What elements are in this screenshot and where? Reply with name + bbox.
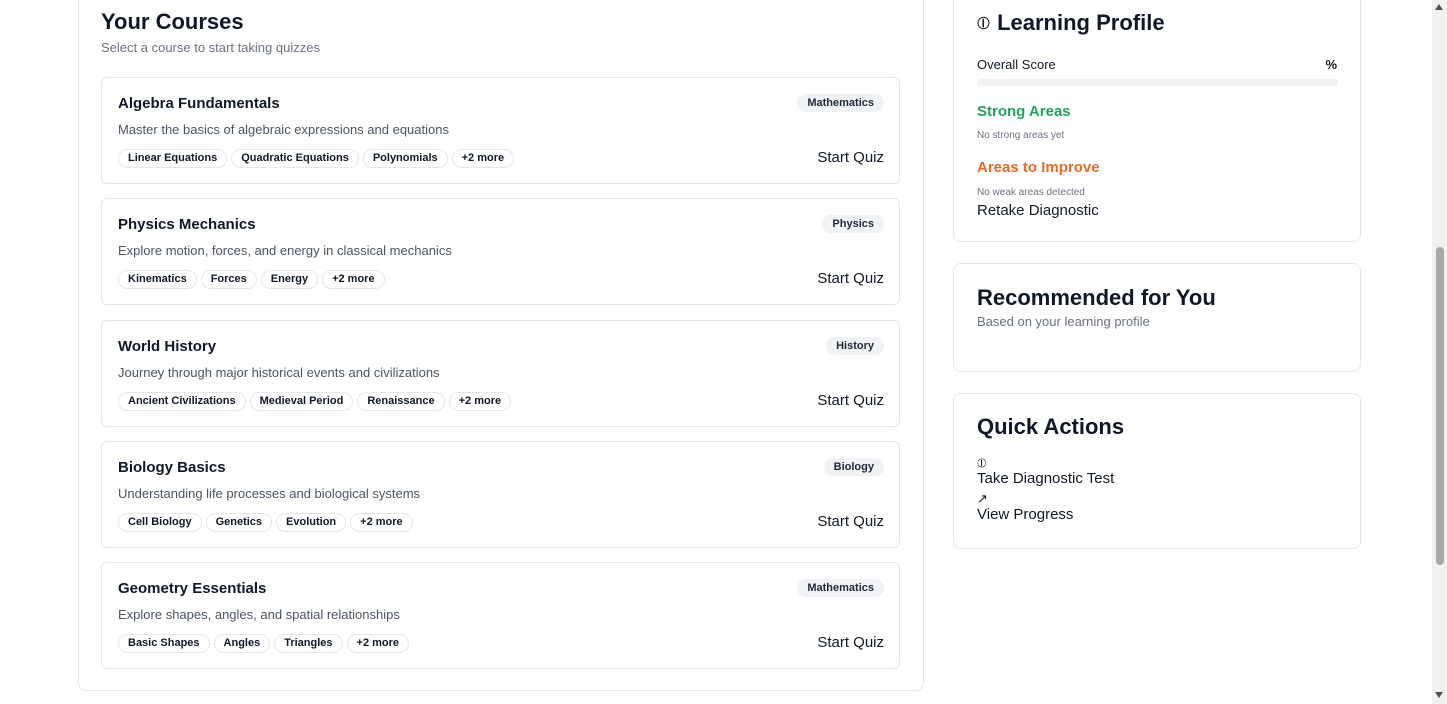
view-progress-label: View Progress (977, 506, 1074, 523)
topic-tag: Kinematics (118, 270, 197, 289)
overall-score-progress-bar (977, 79, 1338, 86)
view-progress-button[interactable]: ↗ View Progress (977, 492, 1073, 524)
topic-tag: Angles (213, 634, 271, 653)
category-badge: Biology (823, 458, 884, 476)
take-diagnostic-test-label: Take Diagnostic Test (977, 470, 1115, 487)
trending-up-icon: ↗ (977, 491, 988, 506)
retake-diagnostic-button[interactable]: Retake Diagnostic (977, 202, 1099, 219)
topic-tags: Kinematics Forces Energy +2 more (118, 270, 385, 289)
category-badge: Physics (822, 215, 884, 233)
topic-tag: Triangles (274, 634, 343, 653)
vertical-scrollbar[interactable] (1432, 0, 1447, 704)
more-topics-tag: +2 more (346, 634, 410, 653)
topic-tags: Basic Shapes Angles Triangles +2 more (118, 634, 410, 653)
course-card-algebra[interactable]: Algebra Fundamentals Mathematics Master … (101, 77, 900, 184)
start-quiz-button[interactable]: Start Quiz (817, 634, 884, 651)
course-description: Journey through major historical events … (118, 365, 440, 380)
learning-profile-card: ⦶ Learning Profile Overall Score % Stron… (953, 0, 1361, 242)
category-badge: History (826, 337, 884, 355)
topic-tag: Renaissance (357, 392, 445, 411)
topic-tag: Energy (260, 270, 319, 289)
course-description: Explore motion, forces, and energy in cl… (118, 243, 452, 258)
course-title: Algebra Fundamentals (118, 95, 280, 112)
strong-areas-title: Strong Areas (977, 103, 1071, 120)
start-quiz-button[interactable]: Start Quiz (817, 513, 884, 530)
strong-areas-empty: No strong areas yet (977, 130, 1065, 141)
scrollbar-thumb[interactable] (1436, 247, 1444, 565)
course-card-history[interactable]: World History History Journey through ma… (101, 320, 900, 427)
topic-tag: Evolution (276, 513, 347, 532)
course-card-geometry[interactable]: Geometry Essentials Mathematics Explore … (101, 562, 900, 669)
page: Your Courses Select a course to start ta… (0, 0, 1432, 704)
topic-tag: Ancient Civilizations (118, 392, 246, 411)
topic-tag: Genetics (205, 513, 273, 532)
learning-profile-title: ⦶ Learning Profile (977, 10, 1165, 36)
topic-tags: Cell Biology Genetics Evolution +2 more (118, 513, 413, 532)
more-topics-tag: +2 more (322, 270, 385, 289)
take-diagnostic-test-button[interactable]: ⦶ Take Diagnostic Test (977, 456, 1114, 488)
overall-score-value: % (1325, 57, 1337, 72)
topic-tag: Cell Biology (118, 513, 202, 532)
brain-icon: ⦶ (977, 455, 987, 470)
recommended-title: Recommended for You (977, 285, 1216, 310)
topic-tag: Quadratic Equations (231, 149, 359, 168)
course-card-biology[interactable]: Biology Basics Biology Understanding lif… (101, 441, 900, 548)
course-title: World History (118, 338, 217, 355)
courses-subtitle: Select a course to start taking quizzes (101, 40, 320, 55)
start-quiz-button[interactable]: Start Quiz (817, 270, 884, 287)
course-description: Understanding life processes and biologi… (118, 486, 421, 501)
quick-actions-card: Quick Actions ⦶ Take Diagnostic Test ↗ V… (953, 393, 1361, 549)
category-badge: Mathematics (797, 94, 884, 112)
brain-icon: ⦶ (977, 12, 991, 33)
more-topics-tag: +2 more (451, 149, 515, 168)
course-description: Explore shapes, angles, and spatial rela… (118, 607, 400, 622)
recommended-card: Recommended for You Based on your learni… (953, 263, 1361, 372)
start-quiz-button[interactable]: Start Quiz (817, 392, 884, 409)
scroll-up-arrow-icon[interactable] (1435, 4, 1443, 10)
recommended-subtitle: Based on your learning profile (977, 314, 1150, 329)
topic-tag: Polynomials (362, 149, 448, 168)
course-title: Biology Basics (118, 459, 226, 476)
category-badge: Mathematics (797, 579, 884, 597)
topic-tags: Ancient Civilizations Medieval Period Re… (118, 392, 512, 411)
topic-tag: Linear Equations (118, 149, 228, 168)
quick-actions-title: Quick Actions (977, 414, 1125, 439)
course-title: Geometry Essentials (118, 580, 267, 597)
course-card-physics[interactable]: Physics Mechanics Physics Explore motion… (101, 198, 900, 305)
start-quiz-button[interactable]: Start Quiz (817, 149, 884, 166)
topic-tag: Forces (200, 270, 257, 289)
areas-to-improve-title: Areas to Improve (977, 159, 1100, 176)
topic-tags: Linear Equations Quadratic Equations Pol… (118, 149, 515, 168)
overall-score-label: Overall Score (977, 57, 1056, 72)
topic-tag: Basic Shapes (118, 634, 210, 653)
areas-to-improve-empty: No weak areas detected (977, 187, 1085, 198)
course-description: Master the basics of algebraic expressio… (118, 122, 449, 137)
courses-title: Your Courses (101, 9, 244, 34)
more-topics-tag: +2 more (350, 513, 413, 532)
topic-tag: Medieval Period (249, 392, 354, 411)
course-title: Physics Mechanics (118, 216, 256, 233)
scroll-down-arrow-icon[interactable] (1435, 692, 1443, 698)
more-topics-tag: +2 more (448, 392, 512, 411)
learning-profile-title-text: Learning Profile (997, 10, 1165, 35)
